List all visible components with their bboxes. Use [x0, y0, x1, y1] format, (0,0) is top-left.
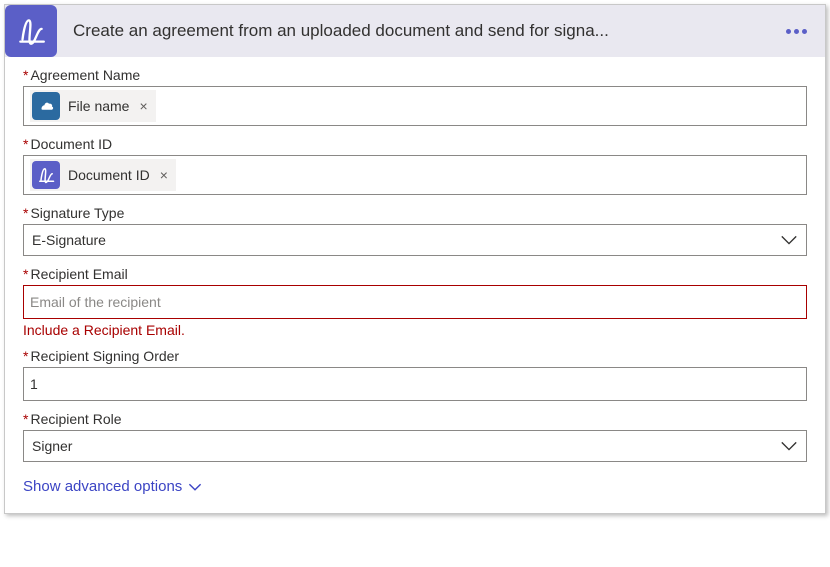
label-signature-type: *Signature Type [23, 205, 807, 221]
input-value: 1 [30, 376, 38, 392]
label-agreement-name: *Agreement Name [23, 67, 807, 83]
input-document-id[interactable]: Document ID × [23, 155, 807, 195]
token-document-id[interactable]: Document ID × [30, 159, 176, 191]
select-value: E-Signature [32, 232, 106, 248]
label-document-id: *Document ID [23, 136, 807, 152]
label-recipient-email: *Recipient Email [23, 266, 807, 282]
card-body: *Agreement Name File name × *Document ID [5, 57, 825, 513]
card-header: Create an agreement from an uploaded doc… [5, 5, 825, 57]
token-label: Document ID [68, 167, 150, 183]
adobe-sign-token-icon [32, 161, 60, 189]
token-file-name[interactable]: File name × [30, 90, 156, 122]
select-value: Signer [32, 438, 72, 454]
field-agreement-name: *Agreement Name File name × [23, 67, 807, 126]
token-remove-button[interactable]: × [137, 98, 149, 114]
select-signature-type[interactable]: E-Signature [23, 224, 807, 256]
field-recipient-email: *Recipient Email Email of the recipient … [23, 266, 807, 338]
show-advanced-options-link[interactable]: Show advanced options [23, 478, 202, 495]
token-label: File name [68, 98, 129, 114]
adobe-sign-icon [5, 5, 57, 57]
field-recipient-role: *Recipient Role Signer [23, 411, 807, 462]
chevron-down-icon [780, 234, 798, 246]
error-recipient-email: Include a Recipient Email. [23, 322, 807, 338]
field-document-id: *Document ID Document ID × [23, 136, 807, 195]
action-card: Create an agreement from an uploaded doc… [4, 4, 826, 514]
input-recipient-email[interactable]: Email of the recipient [23, 285, 807, 319]
placeholder-text: Email of the recipient [30, 294, 161, 310]
chevron-down-icon [780, 440, 798, 452]
label-signing-order: *Recipient Signing Order [23, 348, 807, 364]
token-remove-button[interactable]: × [158, 167, 170, 183]
field-signature-type: *Signature Type E-Signature [23, 205, 807, 256]
card-menu-button[interactable] [776, 29, 817, 34]
field-signing-order: *Recipient Signing Order 1 [23, 348, 807, 401]
label-recipient-role: *Recipient Role [23, 411, 807, 427]
input-agreement-name[interactable]: File name × [23, 86, 807, 126]
card-title: Create an agreement from an uploaded doc… [73, 21, 776, 41]
sharepoint-icon [32, 92, 60, 120]
input-signing-order[interactable]: 1 [23, 367, 807, 401]
chevron-down-icon [188, 482, 202, 492]
select-recipient-role[interactable]: Signer [23, 430, 807, 462]
